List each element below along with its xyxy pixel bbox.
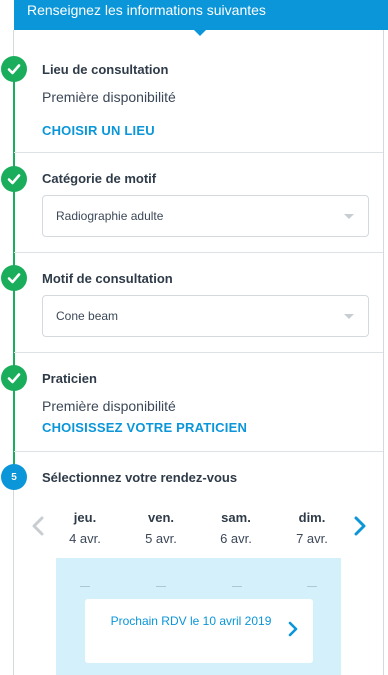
check-icon [7, 174, 21, 185]
empty-slot [307, 586, 317, 587]
frame-border-right [383, 30, 384, 675]
check-icon [7, 273, 21, 284]
empty-slot [232, 586, 242, 587]
calendar-day: dim. 7 avr. [282, 510, 342, 546]
caret-down-icon [344, 314, 354, 319]
reason-select[interactable]: Cone beam [42, 295, 369, 337]
reason-select-value: Cone beam [56, 309, 119, 323]
empty-slot [156, 586, 166, 587]
chevron-right-icon[interactable] [352, 515, 368, 537]
check-icon [7, 64, 21, 75]
step-divider [14, 252, 383, 253]
step-divider [14, 152, 383, 153]
step-divider [14, 451, 383, 452]
calendar-day: jeu. 4 avr. [55, 510, 115, 546]
day-name: sam. [221, 510, 251, 525]
next-appointment-label: Prochain RDV le 10 avril 2019 [110, 614, 272, 628]
calendar-day: sam. 6 avr. [206, 510, 266, 546]
step-lieu-value: Première disponibilité [42, 89, 176, 105]
calendar-day: ven. 5 avr. [131, 510, 191, 546]
step-done-badge [1, 166, 27, 192]
day-date: 6 avr. [220, 531, 252, 546]
step-done-badge [1, 56, 27, 82]
step-praticien-value: Première disponibilité [42, 398, 176, 414]
step-done-badge [1, 265, 27, 291]
step-done-badge [1, 365, 27, 391]
step-rdv-title: Sélectionnez votre rendez-vous [42, 470, 238, 485]
form-header: Renseignez les informations suivantes [14, 0, 388, 30]
day-name: dim. [298, 510, 326, 525]
choose-practitioner-link[interactable]: CHOISISSEZ VOTRE PRATICIEN [42, 420, 247, 435]
choose-place-link[interactable]: CHOISIR UN LIEU [42, 123, 155, 138]
header-pointer [193, 29, 207, 36]
step-number-badge: 5 [1, 464, 27, 490]
day-name: ven. [147, 510, 174, 525]
category-select-value: Radiographie adulte [56, 209, 164, 223]
empty-slot [80, 586, 90, 587]
day-date: 4 avr. [69, 531, 101, 546]
category-select[interactable]: Radiographie adulte [42, 195, 369, 237]
step-lieu-title: Lieu de consultation [42, 62, 169, 77]
next-appointment-button[interactable]: Prochain RDV le 10 avril 2019 [85, 599, 313, 663]
step-praticien-title: Praticien [42, 371, 97, 386]
step-categorie-title: Catégorie de motif [42, 171, 157, 186]
day-name: jeu. [73, 510, 97, 525]
day-date: 5 avr. [145, 531, 177, 546]
step-motif-title: Motif de consultation [42, 271, 173, 286]
chevron-left-icon[interactable] [30, 515, 46, 537]
step-number: 5 [11, 471, 17, 483]
chevron-right-icon [288, 621, 298, 637]
step-divider [14, 352, 383, 353]
day-date: 7 avr. [296, 531, 328, 546]
check-icon [7, 373, 21, 384]
form-header-title: Renseignez les informations suivantes [27, 2, 266, 18]
caret-down-icon [344, 214, 354, 219]
